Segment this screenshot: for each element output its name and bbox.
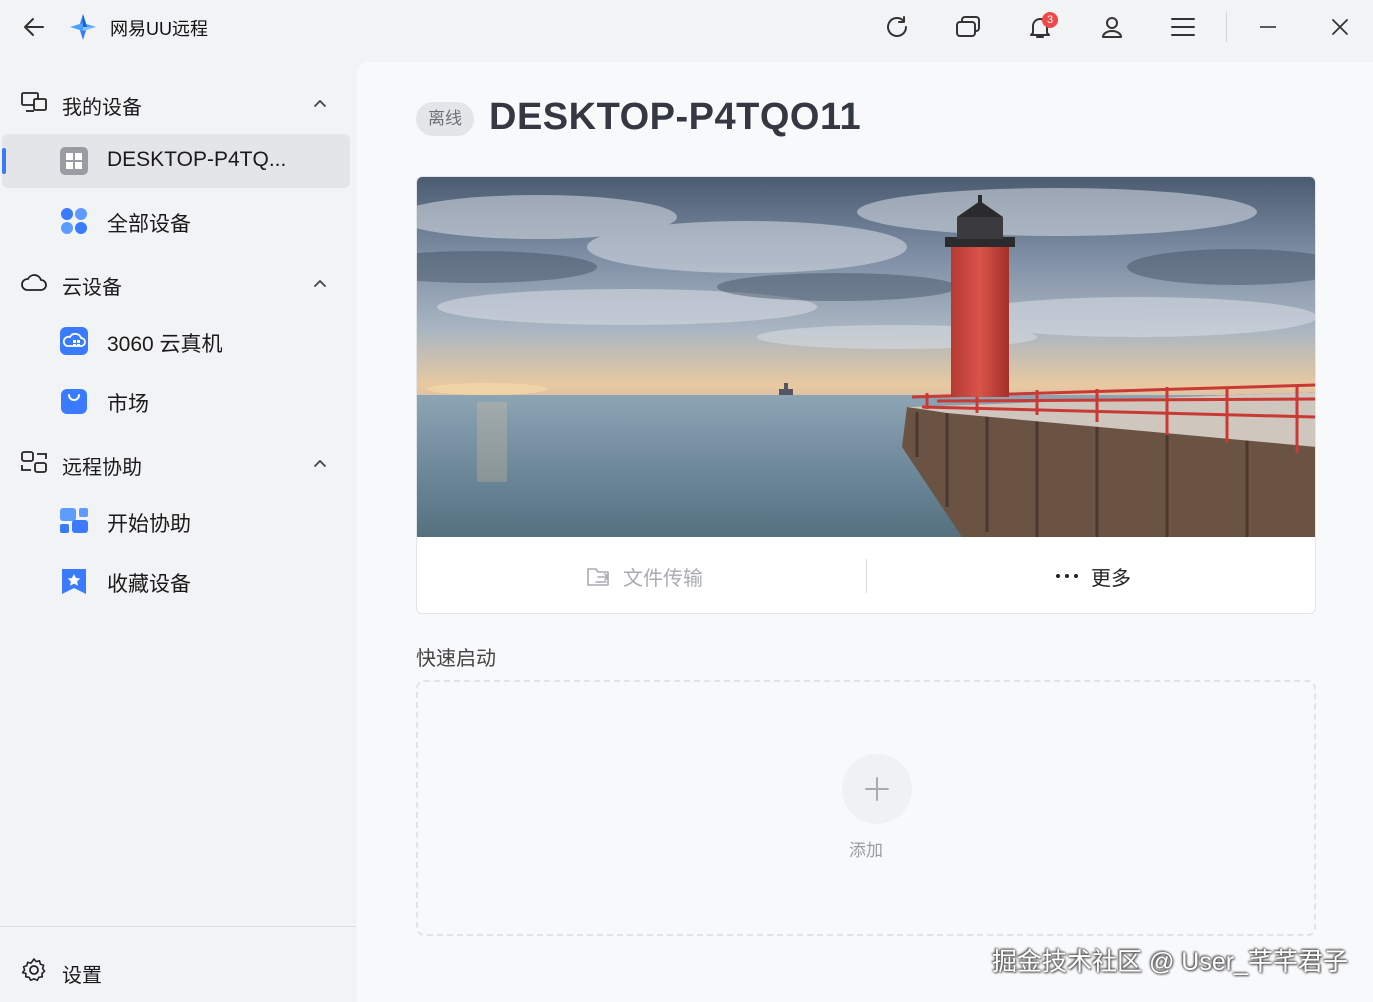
notification-badge: 3 xyxy=(1042,12,1058,28)
sidebar-item-label: 全部设备 xyxy=(107,213,191,236)
settings-label: 设置 xyxy=(62,965,102,987)
quick-launch-title: 快速启动 xyxy=(416,648,496,670)
more-button[interactable]: 更多 xyxy=(1053,537,1131,613)
bookmark-star-icon xyxy=(58,565,90,597)
windows-pc-icon xyxy=(58,145,90,177)
chevron-up-icon[interactable] xyxy=(308,271,332,295)
sidebar-item-desktop[interactable]: DESKTOP-P4TQ... xyxy=(2,134,350,188)
sidebar-item-label: DESKTOP-P4TQ... xyxy=(107,148,287,171)
menu-icon[interactable] xyxy=(1165,9,1201,45)
gear-icon xyxy=(20,956,48,984)
sidebar-item-label: 市场 xyxy=(107,393,149,416)
titlebar-divider xyxy=(1226,12,1227,42)
status-badge: 离线 xyxy=(416,102,474,136)
all-devices-icon xyxy=(58,205,90,237)
device-actions-bar: 文件传输 更多 xyxy=(417,537,1315,613)
sidebar: 我的设备 DESKTOP-P4TQ... 全部设备 云设备 3060 云真机 市… xyxy=(0,54,356,1002)
file-transfer-button[interactable]: 文件传输 xyxy=(585,537,703,613)
title-bar: 网易UU远程 3 xyxy=(0,0,1373,54)
sidebar-item-favorites[interactable]: 收藏设备 xyxy=(2,554,350,608)
group-my-devices[interactable]: 我的设备 xyxy=(0,78,356,126)
user-account-icon[interactable] xyxy=(1094,9,1130,45)
sidebar-item-start-assist[interactable]: 开始协助 xyxy=(2,494,350,548)
group-label: 云设备 xyxy=(62,277,122,299)
add-quick-launch-button[interactable] xyxy=(842,754,912,824)
device-wallpaper-preview[interactable] xyxy=(417,177,1315,537)
start-assist-icon xyxy=(58,505,90,537)
sidebar-item-market[interactable]: 市场 xyxy=(2,374,350,428)
app-title: 网易UU远程 xyxy=(110,19,208,39)
device-card: 文件传输 更多 xyxy=(416,176,1316,614)
refresh-icon[interactable] xyxy=(879,9,915,45)
sidebar-item-all-devices[interactable]: 全部设备 xyxy=(2,194,350,248)
active-indicator xyxy=(2,148,6,174)
add-label: 添加 xyxy=(849,841,883,860)
group-remote-assist[interactable]: 远程协助 xyxy=(0,438,356,486)
group-label: 我的设备 xyxy=(62,97,142,119)
sidebar-item-cloud-phone[interactable]: 3060 云真机 xyxy=(2,314,350,368)
sidebar-item-label: 开始协助 xyxy=(107,513,191,536)
watermark-text: 掘金技术社区 @ User_芊芊君子 xyxy=(992,948,1348,976)
group-cloud-devices[interactable]: 云设备 xyxy=(0,258,356,306)
notification-bell-icon[interactable]: 3 xyxy=(1022,9,1058,45)
more-label: 更多 xyxy=(1091,567,1131,590)
actions-divider xyxy=(866,559,867,593)
app-logo-icon xyxy=(68,12,98,42)
cloud-icon xyxy=(20,270,48,294)
sidebar-divider xyxy=(0,926,356,927)
shopping-bag-icon xyxy=(58,385,90,417)
remote-assist-icon xyxy=(20,450,48,474)
more-dots-icon xyxy=(1053,562,1081,590)
chevron-up-icon[interactable] xyxy=(308,91,332,115)
devices-icon xyxy=(20,90,48,114)
cloud-phone-icon xyxy=(58,325,90,357)
page-title: DESKTOP-P4TQO11 xyxy=(489,96,862,138)
folder-transfer-icon xyxy=(585,562,613,590)
plus-icon xyxy=(865,777,889,801)
file-transfer-label: 文件传输 xyxy=(623,567,703,590)
multi-window-icon[interactable] xyxy=(950,9,986,45)
close-icon[interactable] xyxy=(1322,9,1358,45)
main-panel: 离线 DESKTOP-P4TQO11 文件传输 更多 快速启动 添加 xyxy=(357,62,1373,1002)
minimize-icon[interactable] xyxy=(1250,9,1286,45)
chevron-up-icon[interactable] xyxy=(308,451,332,475)
back-arrow-icon[interactable] xyxy=(18,11,50,43)
group-label: 远程协助 xyxy=(62,457,142,479)
sidebar-item-label: 3060 云真机 xyxy=(107,333,223,356)
sidebar-item-label: 收藏设备 xyxy=(107,573,191,596)
settings-button[interactable]: 设置 xyxy=(0,944,356,994)
quick-launch-area: 添加 xyxy=(416,680,1316,936)
